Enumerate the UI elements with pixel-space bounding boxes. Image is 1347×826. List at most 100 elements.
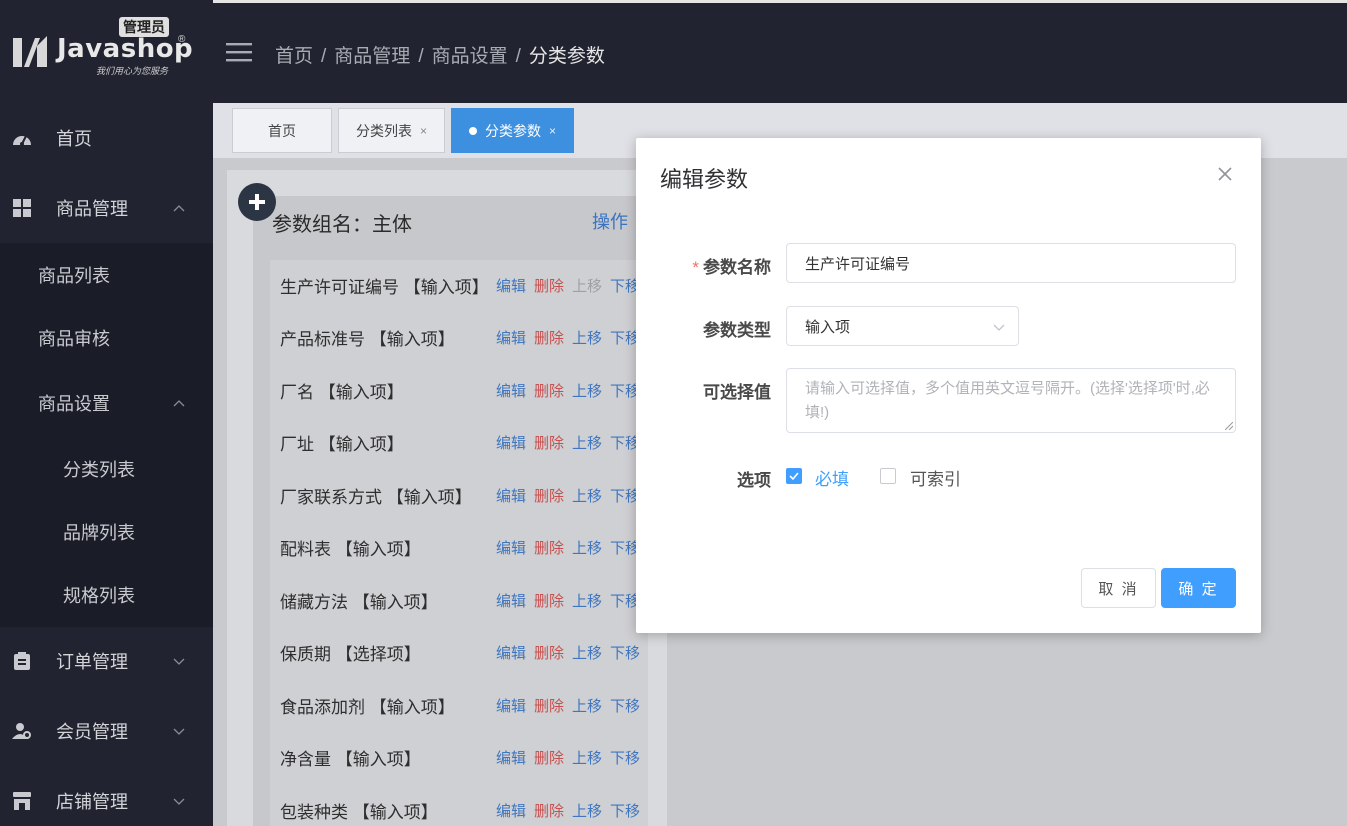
logo-slogan: 我们用心为您服务	[96, 66, 169, 76]
indexable-checkbox-label[interactable]: 可索引	[910, 465, 961, 490]
confirm-button[interactable]: 确 定	[1161, 568, 1236, 608]
param-name-input[interactable]: 生产许可证编号	[786, 243, 1236, 283]
move-down-link[interactable]: 下移	[610, 645, 640, 662]
breadcrumb-goods[interactable]: 商品管理	[334, 46, 410, 67]
indexable-checkbox[interactable]	[880, 468, 896, 484]
edit-link[interactable]: 编辑	[496, 645, 526, 662]
resize-handle-icon[interactable]	[1225, 422, 1233, 430]
move-up-link[interactable]: 上移	[572, 435, 602, 452]
logo[interactable]: Javashop ® 管理员 我们用心为您服务	[0, 0, 213, 103]
delete-link[interactable]: 删除	[534, 435, 564, 452]
delete-link[interactable]: 删除	[534, 593, 564, 610]
edit-link[interactable]: 编辑	[496, 435, 526, 452]
edit-link[interactable]: 编辑	[496, 488, 526, 505]
move-up-link[interactable]: 上移	[572, 803, 602, 820]
move-up-link[interactable]: 上移	[572, 698, 602, 715]
edit-link[interactable]: 编辑	[496, 803, 526, 820]
move-up-link[interactable]: 上移	[572, 383, 602, 400]
grid-icon	[12, 198, 32, 218]
param-name-value: 生产许可证编号	[805, 255, 911, 273]
edit-link[interactable]: 编辑	[496, 750, 526, 767]
hamburger-menu-icon[interactable]	[226, 41, 252, 63]
tab-label: 分类列表	[355, 122, 412, 139]
edit-link[interactable]: 编辑	[496, 593, 526, 610]
sidebar-item-label: 首页	[56, 129, 92, 149]
javashop-logo-icon	[13, 36, 47, 67]
sidebar-subitem-goods-list[interactable]: 商品列表	[0, 243, 213, 306]
sidebar-subitem-spec-list[interactable]: 规格列表	[0, 563, 213, 626]
sidebar-subitem-goods-settings[interactable]: 商品设置	[0, 371, 213, 434]
sidebar-item-label: 商品管理	[56, 199, 128, 219]
options-textarea[interactable]: 请输入可选择值，多个值用英文逗号隔开。(选择'选择项'时,必填!)	[786, 368, 1236, 433]
move-up-link[interactable]: 上移	[572, 540, 602, 557]
param-name-label: * 参数名称	[621, 253, 771, 278]
delete-link[interactable]: 删除	[534, 330, 564, 347]
close-icon[interactable]	[1215, 164, 1235, 184]
delete-link[interactable]: 删除	[534, 383, 564, 400]
sidebar-item-label: 订单管理	[56, 652, 128, 672]
sidebar-subitem-goods-audit[interactable]: 商品审核	[0, 306, 213, 369]
move-down-link[interactable]: 下移	[610, 803, 640, 820]
tab-category-list[interactable]: 分类列表 ×	[338, 108, 445, 153]
tab-label: 分类参数	[484, 122, 541, 139]
sidebar-item-label: 店铺管理	[56, 792, 128, 812]
cancel-button[interactable]: 取 消	[1081, 568, 1156, 608]
delete-link[interactable]: 删除	[534, 488, 564, 505]
edit-link[interactable]: 编辑	[496, 540, 526, 557]
param-type-value: 输入项	[805, 318, 851, 336]
list-item: 包装种类 【输入项】 编辑 删除 上移 下移	[280, 795, 650, 825]
breadcrumb-home[interactable]: 首页	[275, 46, 313, 67]
required-checkbox[interactable]	[786, 468, 802, 484]
edit-link[interactable]: 编辑	[496, 698, 526, 715]
move-up-link[interactable]: 上移	[572, 645, 602, 662]
breadcrumb-settings[interactable]: 商品设置	[432, 46, 508, 67]
tab-home[interactable]: 首页	[232, 108, 332, 153]
move-down-link[interactable]: 下移	[610, 698, 640, 715]
row-actions: 编辑 删除 上移 下移	[496, 800, 648, 821]
move-up-link[interactable]: 上移	[572, 278, 602, 295]
move-up-link[interactable]: 上移	[572, 488, 602, 505]
sidebar-item-orders[interactable]: 订单管理	[0, 626, 213, 696]
edit-link[interactable]: 编辑	[496, 330, 526, 347]
list-item: 厂名 【输入项】 编辑 删除 上移 下移	[280, 375, 650, 405]
move-up-link[interactable]: 上移	[572, 593, 602, 610]
sidebar-subitem-brand-list[interactable]: 品牌列表	[0, 500, 213, 563]
delete-link[interactable]: 删除	[534, 645, 564, 662]
delete-link[interactable]: 删除	[534, 750, 564, 767]
tab-category-params[interactable]: 分类参数 ×	[451, 108, 574, 153]
param-name: 厂址 【输入项】	[280, 434, 404, 454]
sidebar-item-members[interactable]: 会员管理	[0, 696, 213, 766]
delete-link[interactable]: 删除	[534, 803, 564, 820]
close-icon[interactable]: ×	[420, 124, 427, 138]
list-item: 产品标准号 【输入项】 编辑 删除 上移 下移	[280, 322, 650, 352]
chevron-down-icon	[173, 728, 185, 735]
move-up-link[interactable]: 上移	[572, 330, 602, 347]
required-checkbox-label[interactable]: 必填	[815, 465, 849, 490]
add-group-button[interactable]	[238, 183, 276, 221]
close-icon[interactable]: ×	[549, 124, 556, 138]
sidebar-subitem-label: 商品设置	[38, 393, 110, 414]
move-up-link[interactable]: 上移	[572, 750, 602, 767]
sidebar-item-stores[interactable]: 店铺管理	[0, 766, 213, 826]
edit-link[interactable]: 编辑	[496, 383, 526, 400]
sidebar-item-home[interactable]: 首页	[0, 103, 213, 173]
delete-link[interactable]: 删除	[534, 278, 564, 295]
delete-link[interactable]: 删除	[534, 540, 564, 557]
param-name-label-text: 参数名称	[703, 258, 771, 277]
move-down-link[interactable]: 下移	[610, 750, 640, 767]
chevron-down-icon	[993, 324, 1005, 331]
top-header: 首页 / 商品管理 / 商品设置 / 分类参数	[213, 0, 1347, 103]
param-type-select[interactable]: 输入项	[786, 306, 1019, 346]
param-name: 储藏方法 【输入项】	[280, 592, 438, 612]
store-icon	[12, 791, 32, 811]
sidebar-item-goods[interactable]: 商品管理	[0, 173, 213, 243]
delete-link[interactable]: 删除	[534, 698, 564, 715]
edit-param-dialog: 编辑参数 * 参数名称 生产许可证编号 参数类型 输入项 可选择值 请输入可选择值…	[636, 138, 1261, 633]
options-label: 可选择值	[703, 383, 771, 402]
sidebar-subitem-label: 分类列表	[63, 459, 135, 480]
param-name: 生产许可证编号 【输入项】	[280, 277, 489, 297]
sidebar: Javashop ® 管理员 我们用心为您服务 首页 商品管理 商品列表 商品审…	[0, 0, 213, 826]
sidebar-subitem-category-list[interactable]: 分类列表	[0, 437, 213, 500]
edit-link[interactable]: 编辑	[496, 278, 526, 295]
param-group-operate[interactable]: 操作	[592, 208, 628, 234]
